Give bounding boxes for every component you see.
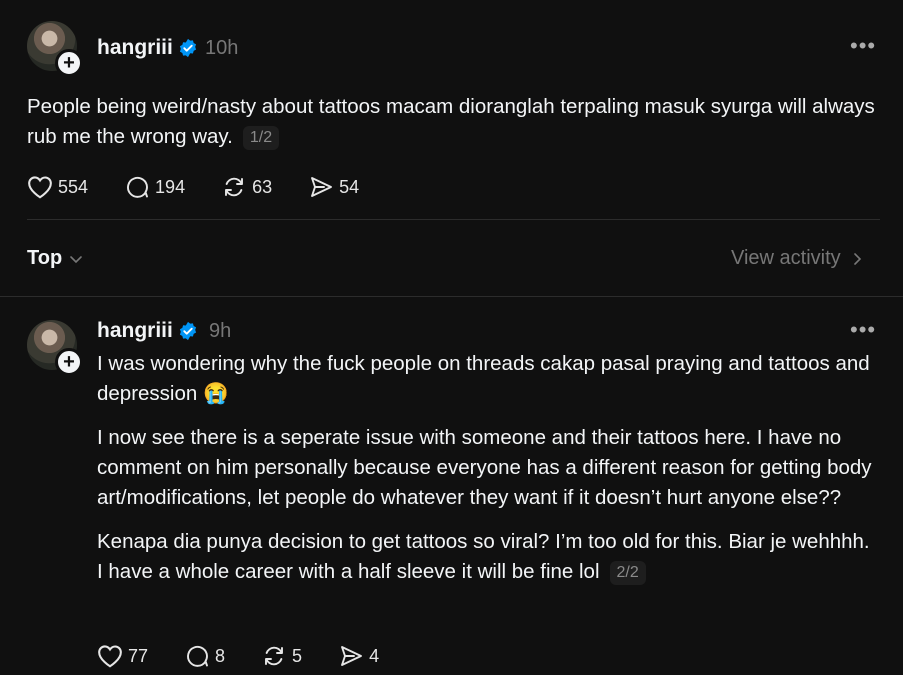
- verified-badge-icon: [179, 38, 197, 58]
- repost-count: 5: [292, 645, 303, 666]
- chevron-right-icon: [853, 252, 861, 265]
- post-actions: 554 194 63 54: [27, 175, 395, 199]
- reply-count: 8: [215, 645, 226, 666]
- plus-icon[interactable]: +: [55, 49, 83, 77]
- thread-pager: 1/2: [242, 125, 280, 150]
- thread-pager: 2/2: [609, 560, 646, 585]
- like-button[interactable]: 554: [27, 175, 88, 199]
- share-icon: [311, 177, 333, 197]
- heart-icon: [98, 645, 122, 668]
- username[interactable]: hangriii: [97, 319, 173, 343]
- avatar[interactable]: +: [27, 320, 83, 376]
- view-activity-link[interactable]: View activity: [731, 247, 865, 270]
- repost-icon: [265, 646, 283, 666]
- share-button[interactable]: 54: [308, 175, 359, 199]
- repost-button[interactable]: 63: [221, 175, 272, 199]
- reply-paragraph-3: Kenapa dia punya decision to get tattoos…: [97, 530, 870, 583]
- repost-icon: [225, 177, 244, 197]
- reply-paragraph-2: I now see there is a seperate issue with…: [97, 426, 872, 509]
- like-button[interactable]: 77: [97, 644, 148, 668]
- like-count: 554: [58, 176, 89, 197]
- main-post: + hangriii 10h ••• People being weird/na…: [0, 0, 903, 220]
- sort-label: Top: [27, 247, 63, 269]
- reply-button[interactable]: 194: [124, 175, 185, 199]
- reply-time: 9h: [209, 320, 232, 342]
- sort-dropdown[interactable]: Top: [27, 247, 84, 270]
- post-body: People being weird/nasty about tattoos m…: [27, 95, 875, 148]
- reply-post: + hangriii 9h ••• I was wondering why th…: [0, 297, 903, 675]
- avatar[interactable]: +: [27, 21, 83, 77]
- post-time: 10h: [205, 37, 239, 59]
- username[interactable]: hangriii: [97, 36, 173, 60]
- share-icon: [341, 646, 363, 666]
- chevron-down-icon: [70, 255, 82, 263]
- share-count: 54: [339, 176, 360, 197]
- verified-badge-icon: [179, 321, 197, 341]
- post-text: People being weird/nasty about tattoos m…: [27, 92, 887, 152]
- reply-actions: 77 8 5 4: [97, 644, 415, 668]
- like-count: 77: [128, 645, 149, 666]
- comment-icon: [187, 645, 208, 667]
- repost-count: 63: [252, 176, 273, 197]
- reply-paragraph-1: I was wondering why the fuck people on t…: [97, 352, 870, 405]
- more-icon[interactable]: •••: [850, 33, 876, 59]
- reply-paragraph-3-wrap: Kenapa dia punya decision to get tattoos…: [97, 527, 872, 587]
- reply-button[interactable]: 8: [184, 644, 225, 668]
- plus-icon[interactable]: +: [55, 348, 83, 376]
- view-activity-label: View activity: [731, 247, 841, 269]
- heart-icon: [28, 176, 52, 199]
- reply-text: I was wondering why the fuck people on t…: [97, 349, 872, 587]
- divider: [27, 219, 880, 220]
- share-count: 4: [369, 645, 380, 666]
- reply-count: 194: [155, 176, 186, 197]
- comment-icon: [127, 176, 148, 198]
- more-icon[interactable]: •••: [850, 317, 876, 343]
- share-button[interactable]: 4: [338, 644, 379, 668]
- repost-button[interactable]: 5: [261, 644, 302, 668]
